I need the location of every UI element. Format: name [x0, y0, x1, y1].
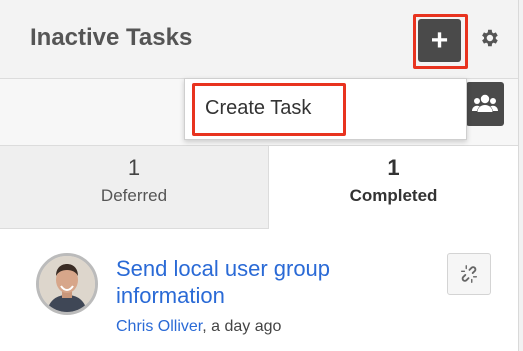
unlink-button[interactable]	[447, 253, 491, 295]
task-tabs: 1 Deferred 1 Completed	[0, 146, 518, 229]
list-item: Send local user group information Chris …	[0, 230, 518, 351]
tab-deferred[interactable]: 1 Deferred	[0, 146, 269, 229]
task-title-link[interactable]: Send local user group information	[116, 255, 416, 309]
task-meta: Chris Olliver, a day ago	[116, 318, 281, 336]
unlink-icon	[460, 265, 478, 283]
dashlet-title: Inactive Tasks	[30, 24, 193, 51]
task-time: , a day ago	[202, 318, 282, 335]
tab-label: Completed	[349, 186, 438, 205]
create-task-highlight	[192, 83, 346, 136]
avatar[interactable]	[36, 253, 98, 315]
add-button-highlight	[413, 14, 468, 69]
dashlet-header: Inactive Tasks +	[0, 0, 518, 79]
gear-icon	[482, 29, 498, 47]
settings-button[interactable]	[478, 27, 500, 54]
tab-completed[interactable]: 1 Completed	[269, 146, 518, 228]
group-button[interactable]	[466, 82, 504, 126]
tab-count: 1	[387, 155, 400, 180]
author-link[interactable]: Chris Olliver	[116, 318, 202, 335]
tab-label: Deferred	[100, 186, 168, 205]
tab-count: 1	[127, 155, 141, 180]
users-icon	[472, 94, 498, 112]
inactive-tasks-dashlet: Inactive Tasks + Create Task 1 Deferred	[0, 0, 519, 351]
